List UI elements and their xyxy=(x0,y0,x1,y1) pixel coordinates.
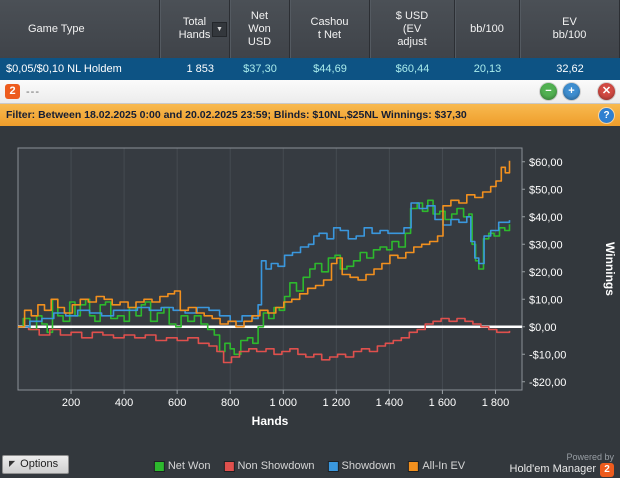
cell-ev-bb100: 32,62 xyxy=(556,63,584,75)
cell-game-type: $0,05/$0,10 NL Holdem xyxy=(6,63,122,75)
svg-text:$20,00: $20,00 xyxy=(529,267,563,279)
svg-text:1 600: 1 600 xyxy=(429,397,457,409)
svg-text:-$20,00: -$20,00 xyxy=(529,377,566,389)
powered-by-block: Powered by Hold'em Manager 2 xyxy=(510,452,620,477)
legend-label: All-In EV xyxy=(422,460,466,472)
svg-text:1 400: 1 400 xyxy=(376,397,404,409)
svg-text:800: 800 xyxy=(221,397,239,409)
svg-text:-$10,00: -$10,00 xyxy=(529,349,566,361)
svg-text:$40,00: $40,00 xyxy=(529,212,563,224)
legend-item-showdown: Showdown xyxy=(328,460,396,472)
options-label: Options xyxy=(20,457,59,470)
expand-button[interactable]: + xyxy=(563,83,580,100)
filter-summary-text: Filter: Between 18.02.2025 0:00 and 20.0… xyxy=(6,109,467,121)
chart-legend: Net Won Non Showdown Showdown All-In EV xyxy=(148,460,472,472)
svg-text:1 000: 1 000 xyxy=(269,397,297,409)
close-button[interactable]: ✕ xyxy=(598,83,615,100)
svg-text:Winnings: Winnings xyxy=(603,242,617,296)
filter-bar: Filter: Between 18.02.2025 0:00 and 20.0… xyxy=(0,104,620,126)
column-header-cashout-net[interactable]: Cashou t Net xyxy=(290,0,370,58)
svg-text:400: 400 xyxy=(115,397,133,409)
svg-text:$50,00: $50,00 xyxy=(529,184,563,196)
cell-total-hands: 1 853 xyxy=(186,63,214,75)
powered-by-text: Powered by xyxy=(566,451,614,462)
legend-item-net-won: Net Won xyxy=(154,460,211,472)
svg-text:1 200: 1 200 xyxy=(323,397,351,409)
help-icon[interactable]: ? xyxy=(599,107,614,123)
graph-window-titlebar: 2 --- − + ✕ xyxy=(0,80,620,104)
legend-label: Non Showdown xyxy=(237,460,315,472)
legend-label: Showdown xyxy=(341,460,396,472)
column-header-usd-ev-adjust[interactable]: $ USD (EV adjust xyxy=(370,0,455,58)
cell-net-won-usd: $37,30 xyxy=(243,63,277,75)
column-header-game-type[interactable]: Game Type xyxy=(0,0,160,58)
brand-name: Hold'em Manager xyxy=(509,463,596,475)
legend-swatch xyxy=(328,461,338,471)
chart-footer: ◤ Options Net Won Non Showdown Showdown All… xyxy=(0,449,620,478)
column-header-bb100[interactable]: bb/100 xyxy=(455,0,520,58)
svg-text:$60,00: $60,00 xyxy=(529,157,563,169)
hm2-app-icon: 2 xyxy=(5,84,20,99)
graph-window-title: --- xyxy=(26,85,40,98)
legend-item-all-in-ev: All-In EV xyxy=(409,460,465,472)
collapse-button[interactable]: − xyxy=(540,83,557,100)
winnings-graph: 200 400 600 800 1 000 1 200 1 400 1 600 1 800 $60… xyxy=(17,147,617,428)
holdem-manager-report-window: Game Type Total Hands ▼ Net Won USD Cash… xyxy=(0,0,620,478)
cell-cashout-net: $44,69 xyxy=(313,63,347,75)
sort-arrow-icon[interactable]: ▼ xyxy=(212,22,227,37)
cell-bb100: 20,13 xyxy=(473,63,502,75)
legend-swatch xyxy=(224,461,234,471)
svg-text:$30,00: $30,00 xyxy=(529,239,563,251)
svg-text:1 800: 1 800 xyxy=(482,397,510,409)
legend-swatch xyxy=(409,461,419,471)
hm2-brand-icon: 2 xyxy=(600,462,614,477)
legend-item-non-showdown: Non Showdown xyxy=(224,460,315,472)
column-header-total-hands[interactable]: Total Hands ▼ xyxy=(160,0,230,58)
svg-text:$10,00: $10,00 xyxy=(529,294,563,306)
column-header-total-hands-label: Total Hands xyxy=(178,16,211,41)
legend-swatch xyxy=(154,461,164,471)
svg-text:200: 200 xyxy=(62,397,80,409)
column-header-ev-bb100[interactable]: EV bb/100 xyxy=(520,0,620,58)
table-row-nl-holdem[interactable]: $0,05/$0,10 NL Holdem 1 853 $37,30 $44,6… xyxy=(0,58,620,80)
svg-text:$0,00: $0,00 xyxy=(529,322,557,334)
svg-text:600: 600 xyxy=(168,397,186,409)
legend-label: Net Won xyxy=(167,460,211,472)
cell-usd-ev-adjust: $60,44 xyxy=(395,63,430,75)
options-button[interactable]: ◤ Options xyxy=(2,454,70,474)
svg-text:Hands: Hands xyxy=(252,414,289,428)
winnings-chart-area: 200 400 600 800 1 000 1 200 1 400 1 600 1 800 $60… xyxy=(0,126,620,478)
options-icon: ◤ xyxy=(9,459,16,468)
results-table-header: Game Type Total Hands ▼ Net Won USD Cash… xyxy=(0,0,620,58)
column-header-net-won-usd[interactable]: Net Won USD xyxy=(230,0,290,58)
